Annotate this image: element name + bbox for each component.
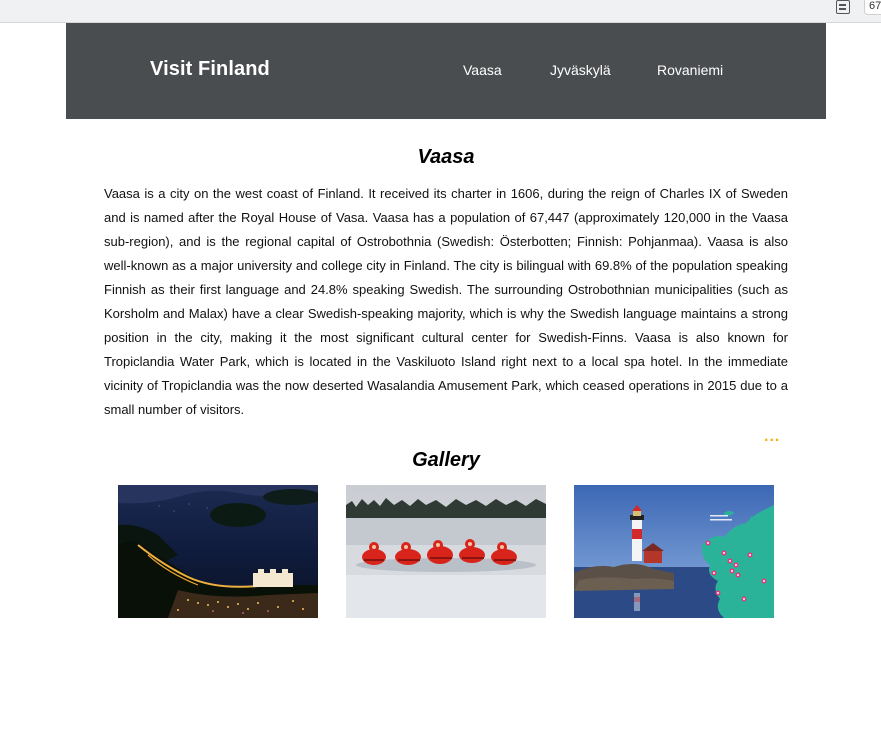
gallery-title: Gallery [412,449,480,471]
gallery-image-lighthouse-map[interactable] [574,485,774,618]
nav-link-rovaniemi[interactable]: Rovaniemi [657,62,723,78]
more-indicator[interactable]: ... [764,428,780,446]
page-title: Vaasa [417,146,475,168]
city-description: Vaasa is a city on the west coast of Fin… [104,186,788,417]
reader-mode-icon[interactable] [836,0,850,14]
browser-toolbar: 67% [0,0,881,23]
nav-link-jyvaskyla[interactable]: Jyväskylä [550,62,611,78]
nav-link-vaasa[interactable]: Vaasa [463,62,502,78]
main-nav: Vaasa Jyväskylä Rovaniemi [66,62,826,82]
gallery-image-ice-swimmers[interactable] [346,485,546,618]
gallery-image-night-festival[interactable] [118,485,318,618]
site-header: Visit Finland Vaasa Jyväskylä Rovaniemi [66,23,826,119]
zoom-indicator[interactable]: 67% [864,0,881,15]
